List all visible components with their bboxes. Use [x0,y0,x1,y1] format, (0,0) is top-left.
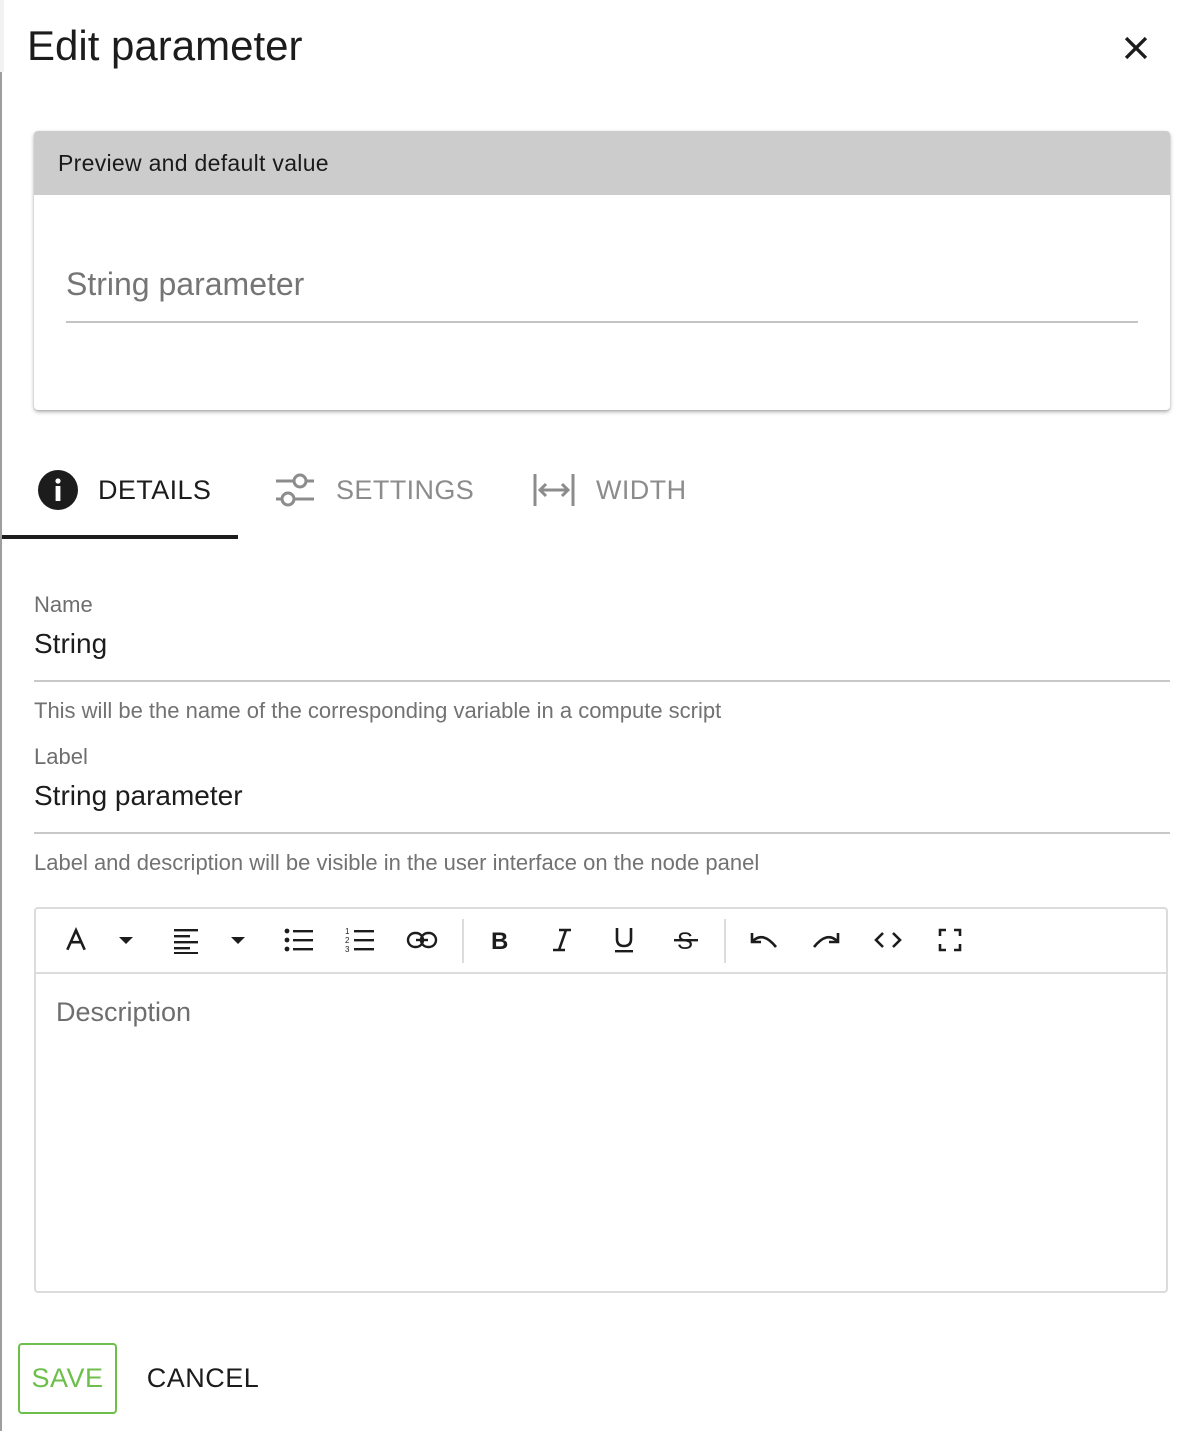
width-icon [532,472,576,508]
fullscreen-icon [938,928,962,952]
label-field: Label Label and description will be visi… [34,744,1170,876]
close-icon [1124,36,1148,60]
name-field-label: Name [34,592,93,617]
link-button[interactable] [400,917,444,963]
dialog-left-edge [0,0,2,1431]
tab-width[interactable]: WIDTH [532,442,686,538]
code-icon [874,932,902,948]
tab-settings-label: SETTINGS [336,474,475,505]
name-field-hint: This will be the name of the correspondi… [34,698,722,723]
numbered-list-button[interactable]: 1 2 3 [339,917,381,963]
toolbar-separator [462,919,464,963]
fullscreen-button[interactable] [928,917,972,963]
dropdown-icon [231,937,245,944]
preview-default-value-input[interactable] [66,236,1138,323]
toolbar-separator [724,919,726,963]
underline-button[interactable] [604,917,644,963]
dropdown-icon [119,937,133,944]
name-input[interactable] [34,622,1170,682]
underline-icon [615,928,633,953]
tab-details-label: DETAILS [98,474,212,505]
italic-icon [553,928,571,952]
editor-toolbar: 1 2 3 B S [36,909,1166,974]
svg-text:3: 3 [345,945,350,954]
font-color-dropdown[interactable] [108,917,144,963]
align-button[interactable] [166,917,206,963]
preview-card: Preview and default value [34,131,1170,410]
label-field-label: Label [34,744,88,769]
svg-text:B: B [491,928,508,953]
tab-details[interactable]: DETAILS [38,442,211,538]
strikethrough-icon: S [674,928,698,954]
font-color-button[interactable] [56,917,96,963]
code-view-button[interactable] [866,917,910,963]
strikethrough-button[interactable]: S [666,917,706,963]
preview-header: Preview and default value [34,131,1170,195]
italic-button[interactable] [542,917,582,963]
link-icon [406,931,438,949]
svg-text:1: 1 [345,927,350,936]
tab-bar: DETAILS SETTINGS WIDTH [2,442,1170,540]
active-tab-indicator [2,535,238,539]
redo-button[interactable] [804,917,848,963]
sliders-icon [274,471,316,509]
description-input[interactable]: Description [56,997,191,1028]
dialog-left-notch [0,0,4,72]
dialog-title: Edit parameter [27,22,303,69]
bold-icon: B [491,928,508,953]
label-input[interactable] [34,774,1170,834]
save-button[interactable]: SAVE [18,1343,117,1414]
bullet-list-icon [284,928,313,952]
font-color-icon [66,927,86,951]
redo-icon [812,933,840,948]
undo-button[interactable] [742,917,786,963]
align-dropdown[interactable] [220,917,256,963]
tab-width-label: WIDTH [596,474,687,505]
bullet-list-button[interactable] [278,917,320,963]
tab-settings[interactable]: SETTINGS [274,442,474,538]
preview-field [66,236,1138,338]
numbered-list-icon: 1 2 3 [345,927,374,954]
align-left-icon [174,929,198,954]
undo-icon [750,933,778,948]
name-field: Name This will be the name of the corres… [34,592,1170,724]
cancel-button[interactable]: CANCEL [136,1343,270,1414]
close-button[interactable] [1112,24,1160,72]
info-icon [38,470,78,510]
bold-button[interactable]: B [480,917,520,963]
svg-text:2: 2 [345,936,350,945]
description-editor: 1 2 3 B S Description [34,907,1168,1293]
label-field-hint: Label and description will be visible in… [34,850,760,875]
